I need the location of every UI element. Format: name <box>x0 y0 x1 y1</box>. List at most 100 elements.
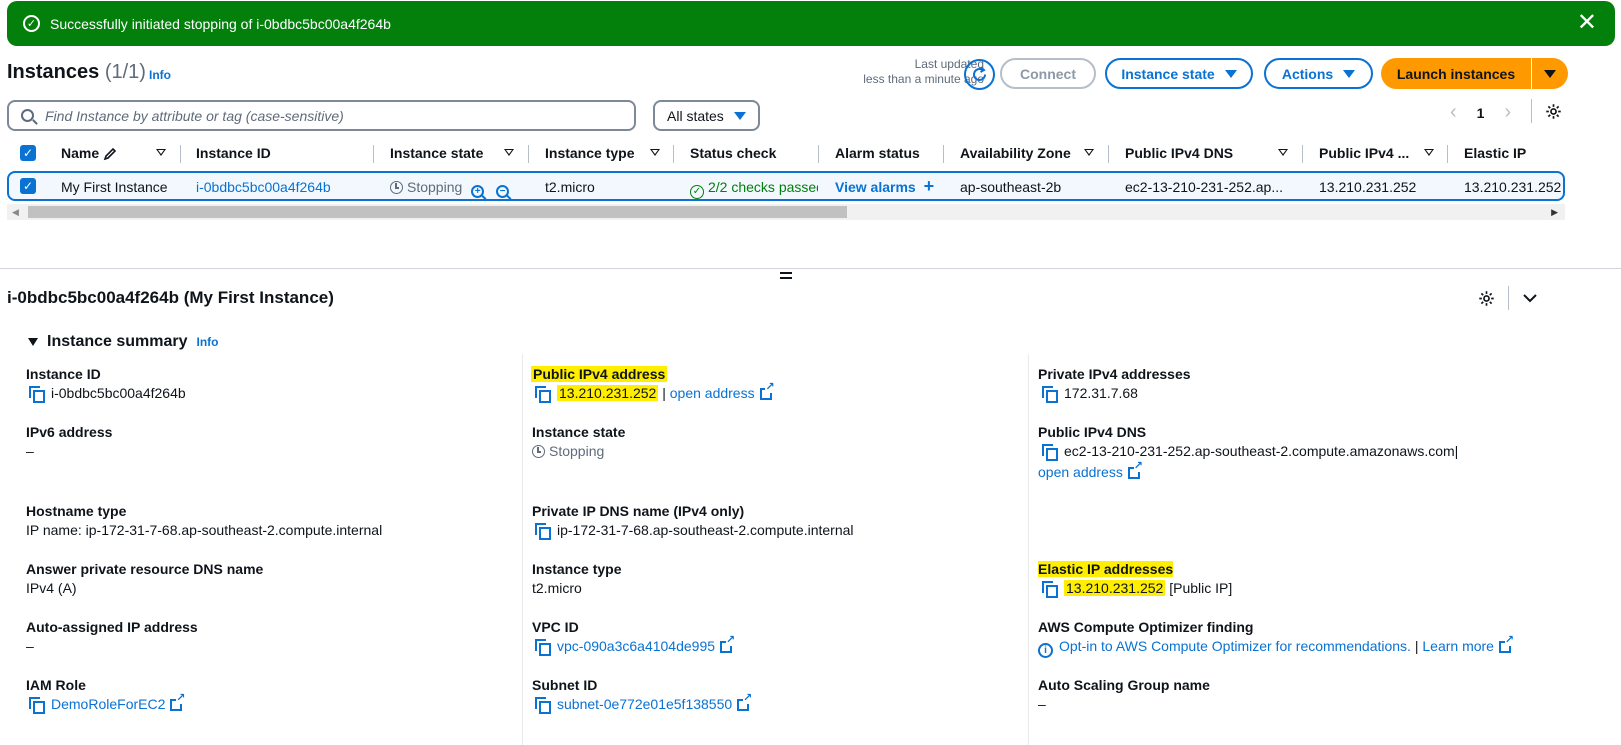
actions-button[interactable]: Actions <box>1264 58 1373 89</box>
connect-button[interactable]: Connect <box>1000 58 1096 89</box>
learn-more-link[interactable]: Learn more <box>1422 638 1494 654</box>
launch-instances-button[interactable]: Launch instances <box>1381 58 1568 89</box>
actions-label: Actions <box>1281 65 1334 82</box>
zoom-in-icon[interactable]: + <box>471 185 485 198</box>
elastic-ip-text: 13.210.231.252 <box>1064 580 1166 596</box>
col-instance-type[interactable]: Instance type <box>545 145 634 161</box>
col-alarm-status[interactable]: Alarm status <box>835 145 920 161</box>
copy-icon[interactable] <box>535 386 551 403</box>
col-public-ipv4-dns[interactable]: Public IPv4 DNS <box>1125 145 1233 161</box>
copy-icon[interactable] <box>1042 581 1058 598</box>
col-name[interactable]: Name <box>61 145 99 161</box>
close-icon[interactable]: ✕ <box>1577 11 1597 35</box>
external-link-icon[interactable] <box>720 635 736 653</box>
open-address-link[interactable]: open address <box>1038 464 1123 480</box>
public-ipv4-text: 13.210.231.252 <box>557 385 659 401</box>
clock-icon <box>390 181 403 194</box>
scroll-right-icon[interactable]: ▶ <box>1551 207 1558 218</box>
optimizer-link[interactable]: Opt-in to AWS Compute Optimizer for reco… <box>1059 638 1411 654</box>
column-divider[interactable] <box>1108 145 1109 163</box>
column-divider[interactable] <box>180 145 181 163</box>
copy-icon[interactable] <box>535 639 551 656</box>
optimizer-value: i Opt-in to AWS Compute Optimizer for rec… <box>1038 635 1514 658</box>
caret-down-icon <box>1544 69 1556 78</box>
search-input[interactable]: Find Instance by attribute or tag (case-… <box>7 100 636 131</box>
view-alarms-link[interactable]: View alarms <box>835 179 916 195</box>
chevron-down-icon[interactable] <box>1522 292 1538 304</box>
col-public-ipv4[interactable]: Public IPv4 ... <box>1319 145 1409 161</box>
cell-alarm-status: View alarms + <box>835 176 935 196</box>
open-address-link[interactable]: open address <box>670 385 755 401</box>
launch-instances-label[interactable]: Launch instances <box>1381 58 1531 89</box>
copy-icon[interactable] <box>29 386 45 403</box>
horizontal-scrollbar[interactable]: ◀ ▶ <box>7 204 1565 220</box>
drag-handle-icon[interactable] <box>780 272 792 282</box>
instance-state-button[interactable]: Instance state <box>1105 58 1253 89</box>
gear-icon[interactable] <box>1478 290 1495 307</box>
col-instance-id[interactable]: Instance ID <box>196 145 271 161</box>
copy-icon[interactable] <box>1042 386 1058 403</box>
external-link-icon[interactable] <box>737 693 753 711</box>
column-divider[interactable] <box>818 145 819 163</box>
sort-icon[interactable] <box>1084 149 1094 156</box>
info-link[interactable]: Info <box>197 335 219 349</box>
sort-icon[interactable] <box>504 149 514 156</box>
cell-name: My First Instance <box>61 179 168 195</box>
instance-summary-toggle[interactable]: Instance summary Info <box>28 333 219 351</box>
prev-page-icon[interactable]: ‹ <box>1450 101 1457 124</box>
instance-count: (1/1) <box>104 61 146 83</box>
external-link-icon[interactable] <box>759 382 775 400</box>
field-label: Private IP DNS name (IPv4 only) <box>532 503 745 519</box>
separator: | <box>1454 443 1459 459</box>
select-all-checkbox[interactable]: ✓ <box>20 145 36 161</box>
col-status-check[interactable]: Status check <box>690 145 776 161</box>
open-address-row: open address <box>1038 461 1143 480</box>
states-filter-select[interactable]: All states <box>653 100 760 131</box>
field-label: IPv6 address <box>26 424 113 440</box>
cell-instance-id-link[interactable]: i-0bdbc5bc00a4f264b <box>196 179 331 195</box>
column-divider[interactable] <box>528 145 529 163</box>
separator: | <box>1414 638 1419 654</box>
cell-instance-type: t2.micro <box>545 179 595 195</box>
col-elastic-ip[interactable]: Elastic IP <box>1464 145 1526 161</box>
column-divider[interactable] <box>373 145 374 163</box>
zoom-out-icon[interactable]: − <box>496 185 510 198</box>
next-page-icon[interactable]: › <box>1504 101 1511 124</box>
column-divider[interactable] <box>1302 145 1303 163</box>
page-number[interactable]: 1 <box>1477 105 1485 121</box>
sort-icon[interactable] <box>156 149 166 156</box>
copy-icon[interactable] <box>535 523 551 540</box>
sort-icon[interactable] <box>1424 149 1434 156</box>
external-link-icon[interactable] <box>1498 635 1514 653</box>
split-panel-divider <box>0 268 1621 269</box>
col-instance-state[interactable]: Instance state <box>390 145 483 161</box>
add-alarm-icon[interactable]: + <box>924 176 935 196</box>
sort-icon[interactable] <box>1278 149 1288 156</box>
iam-role-link[interactable]: DemoRoleForEC2 <box>51 696 165 712</box>
subnet-id-link[interactable]: subnet-0e772e01e5f138550 <box>557 696 732 712</box>
refresh-button[interactable] <box>964 59 995 90</box>
info-link[interactable]: Info <box>149 68 171 82</box>
elastic-ip-value: 13.210.231.252 [Public IP] <box>1042 580 1232 598</box>
col-availability-zone[interactable]: Availability Zone <box>960 145 1071 161</box>
copy-icon[interactable] <box>29 697 45 714</box>
launch-dropdown-button[interactable] <box>1531 58 1568 89</box>
scrollbar-thumb[interactable] <box>28 206 847 218</box>
table-row[interactable]: ✓ My First Instance i-0bdbc5bc00a4f264b … <box>7 171 1565 201</box>
gear-icon[interactable] <box>1545 103 1562 120</box>
column-divider[interactable] <box>943 145 944 163</box>
scroll-left-icon[interactable]: ◀ <box>12 207 19 218</box>
cell-public-ipv4: 13.210.231.252 <box>1319 179 1417 195</box>
external-link-icon[interactable] <box>170 693 186 711</box>
copy-icon[interactable] <box>1042 444 1058 461</box>
ipv6-value: – <box>26 443 34 459</box>
external-link-icon[interactable] <box>1127 461 1143 479</box>
search-icon <box>21 109 34 122</box>
row-checkbox[interactable]: ✓ <box>20 178 36 194</box>
vpc-id-link[interactable]: vpc-090a3c6a4104de995 <box>557 638 715 654</box>
copy-icon[interactable] <box>535 697 551 714</box>
column-divider[interactable] <box>1447 145 1448 163</box>
column-divider[interactable] <box>673 145 674 163</box>
cell-status-check: ✓ 2/2 checks passed <box>690 179 818 199</box>
sort-icon[interactable] <box>650 149 660 156</box>
